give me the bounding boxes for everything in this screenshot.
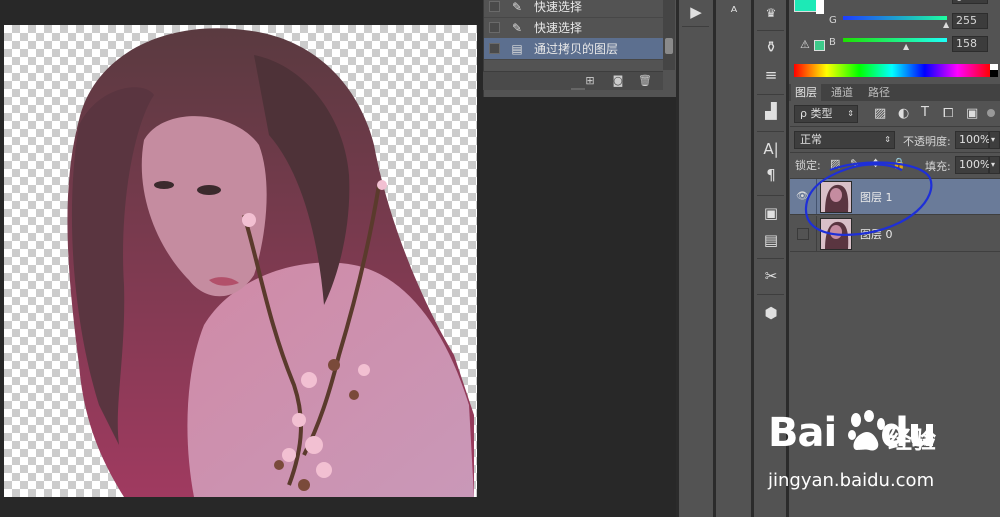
history-item-label: 快速选择: [534, 21, 583, 35]
g-value-field[interactable]: 255: [952, 13, 988, 29]
portrait-image: [67, 28, 474, 497]
filter-smart-object-icon[interactable]: ▣: [966, 106, 978, 121]
text-style-icon[interactable]: ᴬ: [720, 1, 748, 23]
new-document-from-state-icon[interactable]: ⊞: [583, 74, 597, 87]
history-item-label: 通过拷贝的图层: [534, 42, 619, 56]
divider: [757, 30, 784, 31]
divider: [790, 126, 1000, 127]
history-scrollbar[interactable]: [663, 0, 675, 70]
layers-panel-tabs: 图层 通道 路径: [789, 84, 1000, 101]
g-label: G: [829, 15, 837, 26]
camera-snapshot-icon[interactable]: ◙: [611, 74, 625, 87]
history-checkbox[interactable]: [489, 1, 500, 12]
history-item[interactable]: ✎ 快速选择: [484, 0, 664, 18]
watermark-url: jingyan.baidu.com: [768, 470, 935, 491]
column-separator: [751, 0, 754, 517]
opacity-label: 不透明度:: [903, 135, 951, 148]
divider: [790, 152, 1000, 153]
adjustments-icon[interactable]: ≡: [757, 64, 785, 86]
tab-paths[interactable]: 路径: [864, 84, 894, 101]
quick-select-icon: ✎: [511, 20, 523, 35]
background-color-swatch[interactable]: [816, 0, 824, 14]
3d-icon[interactable]: ⬢: [757, 302, 785, 324]
history-item-selected[interactable]: ▤ 通过拷贝的图层: [484, 38, 664, 60]
black-swatch[interactable]: [990, 70, 998, 77]
chevron-icon: ⇕: [847, 109, 854, 118]
resize-grip[interactable]: [571, 88, 585, 90]
filter-adjustment-icon[interactable]: ◐: [898, 106, 909, 121]
g-slider-handle[interactable]: ▲: [943, 20, 949, 29]
quick-select-icon: ✎: [511, 0, 523, 14]
foreground-color-swatch[interactable]: [794, 0, 818, 12]
properties-icon[interactable]: ▤: [757, 229, 785, 251]
divider: [757, 131, 784, 132]
b-slider-handle[interactable]: ▲: [903, 42, 909, 51]
gamut-warning-icon[interactable]: ⚠: [800, 38, 810, 51]
divider: [757, 94, 784, 95]
b-slider-track[interactable]: [843, 38, 947, 42]
layer-copy-icon: ▤: [511, 41, 523, 56]
filter-pixel-icon[interactable]: ▨: [874, 106, 886, 121]
trash-icon[interactable]: 🗑: [638, 74, 652, 87]
histogram-icon[interactable]: ▟: [757, 100, 785, 122]
layer-filter-dropdown[interactable]: ρ 类型 ⇕: [794, 105, 858, 123]
filter-shape-icon[interactable]: ⧠: [943, 106, 953, 121]
panel-gap: [483, 97, 676, 517]
history-scrollbar-thumb[interactable]: [665, 38, 673, 54]
play-icon[interactable]: ▶: [682, 1, 710, 23]
column-separator: [713, 0, 716, 517]
character-icon[interactable]: A|: [757, 138, 785, 160]
history-footer: ⊞ ◙ 🗑: [483, 71, 663, 90]
divider: [757, 258, 784, 259]
color-panel: 0 G ▲ 255 ⚠ B ▲ 158: [789, 0, 1000, 83]
history-checkbox[interactable]: [489, 22, 500, 33]
fill-chevron-icon[interactable]: ▾: [989, 156, 1000, 174]
column-separator: [676, 0, 679, 517]
tab-layers[interactable]: 图层: [791, 84, 821, 101]
gamut-color-swatch[interactable]: [814, 40, 825, 51]
tab-channels[interactable]: 通道: [827, 84, 857, 101]
chevron-icon: ⇕: [884, 135, 891, 144]
blend-mode-value: 正常: [800, 133, 822, 146]
filter-toggle-icon[interactable]: [987, 109, 995, 117]
r-value-field[interactable]: 0: [952, 0, 988, 4]
history-checkbox[interactable]: [489, 43, 500, 54]
document-canvas[interactable]: [4, 25, 477, 497]
history-item-label: 快速选择: [534, 0, 583, 14]
paragraph-icon[interactable]: ¶: [757, 164, 785, 186]
history-item[interactable]: ✎ 快速选择: [484, 17, 664, 39]
b-label: B: [829, 37, 836, 48]
clone-source-icon[interactable]: ⚱: [757, 36, 785, 58]
b-value-field[interactable]: 158: [952, 36, 988, 52]
actions-dock: ▶: [678, 0, 713, 517]
annotation-circle: [804, 161, 933, 236]
opacity-chevron-icon[interactable]: ▾: [989, 131, 1000, 149]
brush-presets-icon[interactable]: ♛: [757, 2, 785, 24]
watermark-brand: Bai: [768, 410, 837, 456]
filter-type-icon[interactable]: T: [921, 105, 929, 120]
baidu-paw-icon: [848, 410, 885, 451]
tools-icon[interactable]: ✂: [757, 265, 785, 287]
divider: [682, 26, 709, 27]
fill-field[interactable]: 100%: [955, 156, 990, 174]
divider: [757, 294, 784, 295]
character-dock: ᴬ: [716, 0, 751, 517]
notes-icon[interactable]: ▣: [757, 202, 785, 224]
blend-mode-dropdown[interactable]: 正常 ⇕: [794, 131, 895, 149]
watermark-suffix: 经验: [888, 426, 936, 454]
opacity-field[interactable]: 100%: [955, 131, 990, 149]
color-spectrum-ramp[interactable]: [794, 64, 990, 77]
layer-filter-label: ρ 类型: [800, 107, 833, 120]
divider: [757, 195, 784, 196]
g-slider-track[interactable]: [843, 16, 947, 20]
